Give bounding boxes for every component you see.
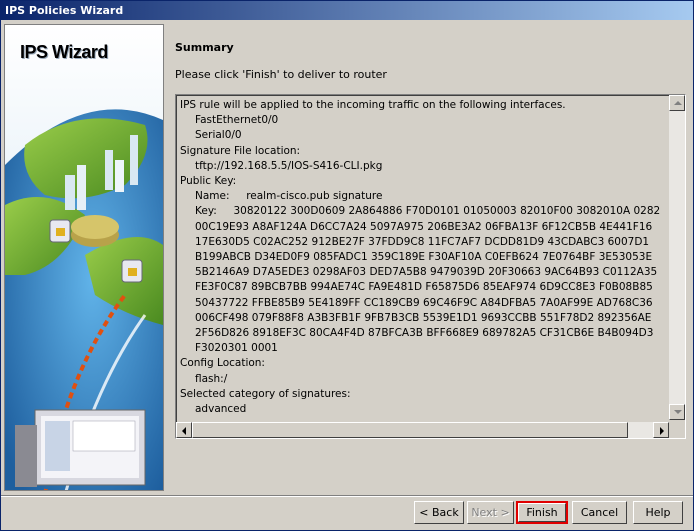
summary-line: tftp://192.168.5.5/IOS-S416-CLI.pkg bbox=[195, 159, 383, 172]
summary-text-area[interactable]: IPS rule will be applied to the incoming… bbox=[175, 94, 686, 439]
finish-button[interactable]: Finish bbox=[516, 501, 568, 524]
summary-line: F3020301 0001 bbox=[195, 342, 278, 355]
scrollbar-corner bbox=[669, 422, 685, 438]
content-panel: Summary Please click 'Finish' to deliver… bbox=[164, 24, 692, 489]
summary-line: Key: 30820122 300D0609 2A864886 F70D0101… bbox=[195, 205, 661, 218]
summary-line: Name: realm-cisco.pub signature bbox=[195, 190, 383, 203]
help-button[interactable]: Help bbox=[633, 501, 683, 524]
summary-line: B199ABCB D34ED0F9 085FADC1 359C189E F30A… bbox=[195, 251, 653, 264]
summary-line: FE3F0C87 89BCB7BB 994AE74C FA9E481D F658… bbox=[195, 281, 653, 294]
scroll-down-button[interactable] bbox=[669, 404, 685, 420]
arrow-right-icon bbox=[660, 427, 664, 435]
arrow-left-icon bbox=[182, 427, 186, 435]
horizontal-scroll-thumb[interactable] bbox=[192, 422, 628, 438]
summary-line: Config Location: bbox=[180, 357, 265, 370]
horizontal-scrollbar[interactable] bbox=[176, 422, 669, 438]
window-title: IPS Policies Wizard bbox=[5, 4, 124, 17]
wizard-side-panel: IPS Wizard bbox=[4, 24, 164, 491]
back-button[interactable]: < Back bbox=[414, 501, 464, 524]
summary-line: Public Key: bbox=[180, 175, 237, 188]
summary-line: 006CF498 079F88F8 A3B3FB1F 9FB7B3CB 5539… bbox=[195, 311, 652, 324]
network-illustration bbox=[5, 25, 163, 490]
cancel-button[interactable]: Cancel bbox=[572, 501, 627, 524]
summary-line: Serial0/0 bbox=[195, 129, 242, 142]
summary-line: 17E630D5 C02AC252 912BE27F 37FDD9C8 11FC… bbox=[195, 235, 650, 248]
wizard-title: IPS Wizard bbox=[20, 42, 108, 62]
summary-line: 50437722 FFBE85B9 5E4189FF CC189CB9 69C4… bbox=[195, 296, 653, 309]
summary-heading: Summary bbox=[175, 41, 234, 54]
scroll-left-button[interactable] bbox=[176, 422, 192, 438]
scroll-up-button[interactable] bbox=[669, 95, 685, 111]
title-bar[interactable]: IPS Policies Wizard bbox=[1, 1, 693, 20]
summary-line: Selected category of signatures: bbox=[180, 387, 351, 400]
finish-button-label: Finish bbox=[518, 503, 566, 522]
wizard-window: IPS Policies Wizard IPS Wizard Summary P… bbox=[0, 0, 694, 531]
next-button[interactable]: Next > bbox=[467, 501, 514, 524]
scroll-right-button[interactable] bbox=[653, 422, 669, 438]
summary-text: IPS rule will be applied to the incoming… bbox=[180, 98, 668, 413]
summary-line: 2F56D826 8918EF3C 80CA4F4D 87BFCA3B BFF6… bbox=[195, 327, 654, 340]
instruction-text: Please click 'Finish' to deliver to rout… bbox=[175, 68, 387, 81]
summary-line: Signature File location: bbox=[180, 144, 301, 157]
summary-line: IPS rule will be applied to the incoming… bbox=[180, 99, 566, 111]
summary-line: flash:/ bbox=[195, 372, 228, 385]
summary-line: 00C19E93 A8AF124A D6CC7A24 5097A975 206B… bbox=[195, 220, 653, 233]
summary-line: 5B2146A9 D7A5EDE3 0298AF03 DED7A5B8 9479… bbox=[195, 266, 658, 279]
arrow-down-icon bbox=[674, 410, 682, 414]
summary-line: FastEthernet0/0 bbox=[195, 114, 279, 127]
summary-line: advanced bbox=[195, 403, 247, 413]
button-separator bbox=[1, 495, 693, 497]
arrow-up-icon bbox=[674, 101, 682, 105]
vertical-scrollbar[interactable] bbox=[669, 95, 685, 420]
